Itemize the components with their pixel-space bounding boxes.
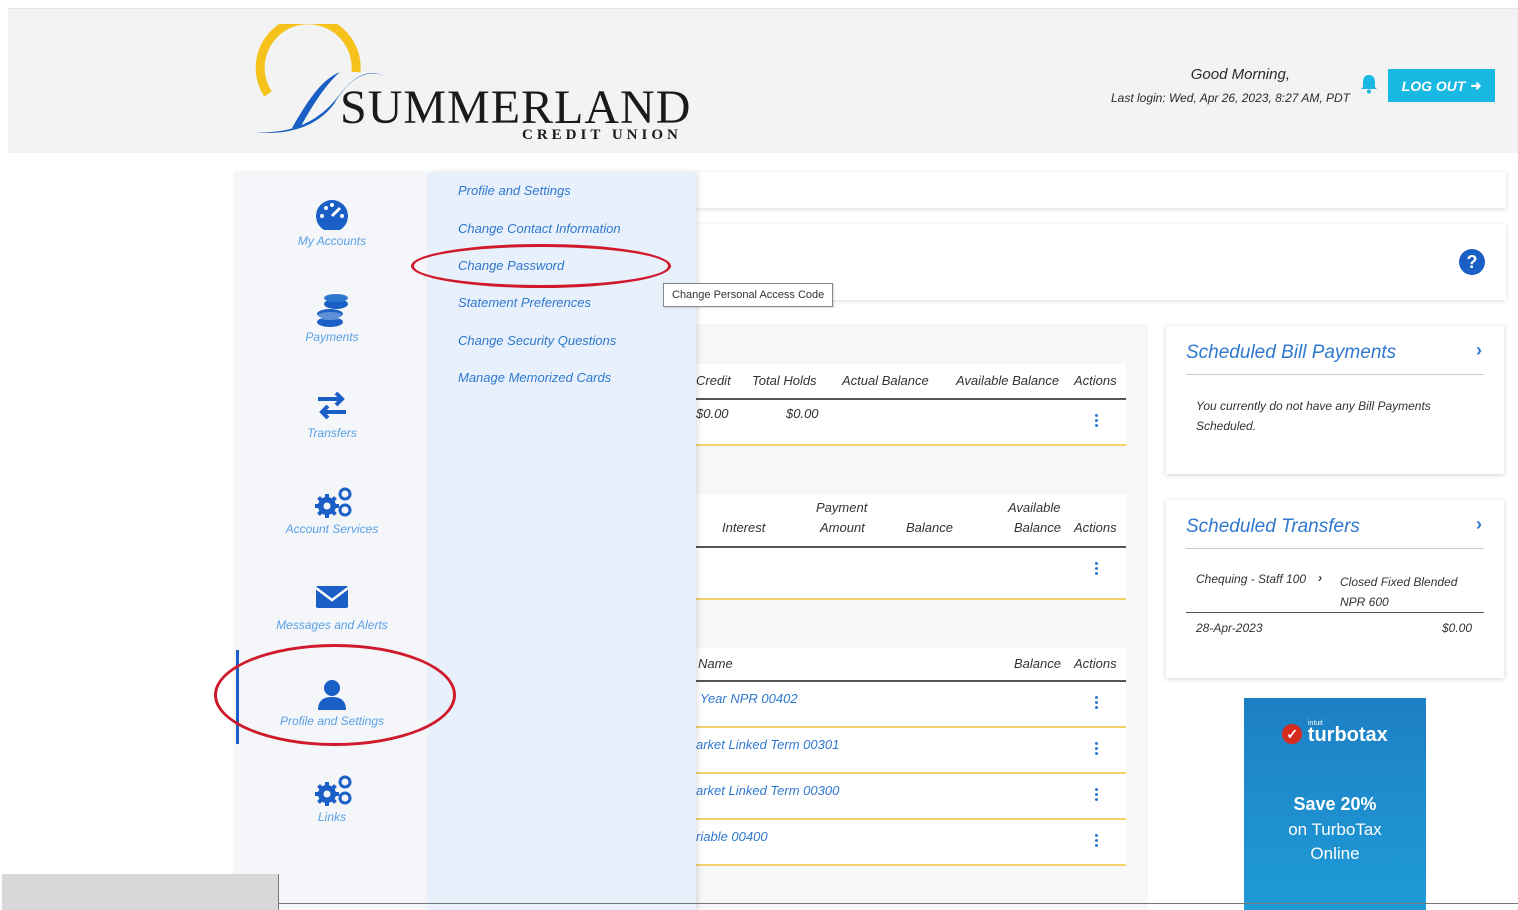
breadcrumb-bar [696, 172, 1506, 208]
nav-label: Transfers [307, 426, 357, 440]
scheduled-transfers-card: Scheduled Transfers › Chequing - Staff 1… [1166, 500, 1504, 678]
col-actions: Actions [1074, 520, 1117, 535]
tooltip: Change Personal Access Code [663, 283, 834, 307]
table-header: Name Balance Actions [696, 648, 1126, 682]
chevron-right-icon[interactable]: › [1476, 514, 1482, 535]
greeting-text: Good Morning, [1190, 66, 1290, 83]
logout-button[interactable]: LOG OUT ➜ [1388, 69, 1495, 102]
left-navigation: My Accounts Payments Transfers Account S… [236, 172, 428, 910]
row-actions-menu-icon[interactable] [1095, 414, 1098, 429]
nav-item-links[interactable]: Links [236, 758, 428, 838]
table-row: arket Linked Term 00300 [696, 774, 1126, 820]
col-interest: Interest [722, 520, 766, 535]
chevron-right-icon[interactable]: › [1476, 340, 1482, 361]
table-row: Year NPR 00402 [696, 682, 1126, 728]
col-available-balance: Available [1008, 500, 1061, 515]
help-icon[interactable]: ? [1458, 248, 1486, 281]
nav-item-payments[interactable]: Payments [236, 278, 428, 358]
scheduled-bill-payments-card: Scheduled Bill Payments › You currently … [1166, 326, 1504, 474]
divider [278, 903, 1518, 904]
ad-brand-text: turbotax [1307, 724, 1388, 746]
submenu-item-profile-settings[interactable]: Profile and Settings [458, 183, 571, 198]
transfer-from: Chequing - Staff 100 [1196, 572, 1307, 586]
nav-label: My Accounts [297, 234, 367, 248]
svg-text:?: ? [1467, 252, 1478, 272]
row-actions-menu-icon[interactable] [1095, 562, 1098, 577]
empty-message: You currently do not have any Bill Payme… [1196, 399, 1431, 433]
submenu-item-statement-preferences[interactable]: Statement Preferences [458, 295, 591, 310]
divider [1186, 548, 1484, 549]
chevron-right-icon: › [1318, 571, 1322, 585]
col-balance: Balance [1014, 656, 1061, 671]
col-available-balance: Available Balance [956, 373, 1060, 388]
arrows-exchange-icon [318, 391, 346, 420]
submenu-item-memorized-cards[interactable]: Manage Memorized Cards [458, 370, 611, 385]
row-actions-menu-icon[interactable] [1095, 788, 1098, 803]
ad-headline: Save 20% [1293, 794, 1377, 814]
row-actions-menu-icon[interactable] [1095, 696, 1098, 711]
divider [1186, 612, 1484, 613]
account-name-link[interactable]: riable 00400 [696, 829, 768, 844]
col-actual-balance: Actual Balance [842, 373, 929, 388]
account-name-link[interactable]: arket Linked Term 00300 [696, 783, 839, 798]
nav-item-messages-alerts[interactable]: Messages and Alerts [236, 566, 428, 646]
table-row: riable 00400 [696, 820, 1126, 866]
account-name-link[interactable]: Year NPR 00402 [700, 691, 798, 706]
credit-value: $0.00 [696, 406, 729, 421]
col-total-holds: Total Holds [752, 373, 817, 388]
speedometer-icon [316, 200, 348, 230]
col-actions: Actions [1074, 373, 1117, 388]
nav-item-account-services[interactable]: Account Services [236, 470, 428, 550]
table-row: $0.00 $0.00 [696, 400, 1126, 446]
turbotax-ad-banner[interactable]: intuit ✓ turbotax Save 20% on TurboTax O… [1244, 698, 1426, 910]
holds-value: $0.00 [786, 406, 819, 421]
nav-item-transfers[interactable]: Transfers [236, 374, 428, 454]
ad-subline: on TurboTax [1288, 820, 1382, 839]
divider [1186, 374, 1484, 375]
coins-icon [317, 294, 348, 327]
card-title[interactable]: Scheduled Transfers [1186, 516, 1360, 538]
checkmark-icon: ✓ [1282, 724, 1303, 744]
col-actions: Actions [1074, 656, 1117, 671]
account-name-link[interactable]: arket Linked Term 00301 [696, 737, 839, 752]
card-title[interactable]: Scheduled Bill Payments [1186, 342, 1396, 364]
table-row [696, 548, 1126, 600]
bottom-bar [2, 874, 279, 910]
nav-label: Links [317, 810, 346, 824]
table-header: Credit Total Holds Actual Balance Availa… [696, 364, 1126, 400]
gears-icon [315, 775, 352, 806]
highlight-ring-change-password [411, 244, 671, 288]
last-login-text: Last login: Wed, Apr 26, 2023, 8:27 AM, … [1110, 91, 1350, 105]
ad-brand: ✓ turbotax [1244, 724, 1426, 747]
nav-label: Account Services [285, 522, 379, 536]
row-actions-menu-icon[interactable] [1095, 742, 1098, 757]
nav-label: Messages and Alerts [276, 618, 388, 632]
highlight-ring-profile-settings [214, 644, 456, 746]
nav-item-my-accounts[interactable]: My Accounts [236, 182, 428, 262]
submenu-item-security-questions[interactable]: Change Security Questions [458, 333, 616, 348]
envelope-icon [315, 586, 349, 608]
gears-icon [315, 487, 352, 518]
col-credit: Credit [696, 373, 731, 388]
col-available-balance-2: Balance [1014, 520, 1061, 535]
header-bar [8, 8, 1518, 153]
submenu-item-change-contact[interactable]: Change Contact Information [458, 221, 621, 236]
brand-subtitle: CREDIT UNION [522, 127, 682, 143]
table-header: Interest Payment Amount Balance Availabl… [696, 494, 1126, 548]
logout-icon: ➜ [1470, 77, 1482, 93]
table-row: arket Linked Term 00301 [696, 728, 1126, 774]
ad-subline-2: Online [1310, 844, 1360, 863]
transfer-amount: $0.00 [1442, 621, 1473, 635]
transfer-date: 28-Apr-2023 [1196, 621, 1263, 635]
col-balance: Balance [906, 520, 953, 535]
transfer-to: Closed Fixed Blended NPR 600 [1340, 575, 1458, 609]
logout-label: LOG OUT [1401, 77, 1466, 94]
col-name: Name [698, 656, 733, 671]
col-payment-amount-2: Amount [820, 520, 865, 535]
row-actions-menu-icon[interactable] [1095, 834, 1098, 849]
col-payment-amount: Payment [816, 500, 868, 515]
bell-icon[interactable] [1360, 74, 1378, 99]
nav-label: Payments [305, 330, 359, 344]
